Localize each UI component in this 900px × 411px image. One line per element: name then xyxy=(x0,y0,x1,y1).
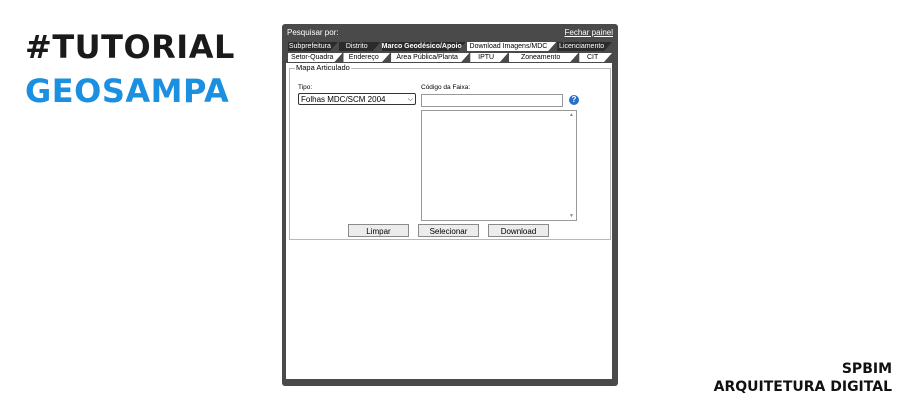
chevron-down-icon: ⌵ xyxy=(407,96,413,103)
credit-text: SPBIM ARQUITETURA DIGITAL xyxy=(714,360,892,396)
panel-title: Pesquisar por: xyxy=(287,28,339,37)
tab-area-publica[interactable]: Área Pública/Planta xyxy=(391,53,469,62)
panel-header: Pesquisar por: Fechar painel xyxy=(286,26,614,38)
download-button[interactable]: Download xyxy=(488,224,549,237)
tab-zoneamento[interactable]: Zoneamento xyxy=(509,53,578,62)
brand-subtitle: GEOSAMPA xyxy=(25,72,230,110)
credit-line2: ARQUITETURA DIGITAL xyxy=(713,379,892,395)
scroll-up-icon[interactable]: ▲ xyxy=(569,112,574,118)
close-panel-link[interactable]: Fechar painel xyxy=(565,28,613,37)
tipo-label: Tipo: xyxy=(298,84,313,91)
brand-title: #TUTORIAL xyxy=(25,28,235,66)
tab-distrito[interactable]: Distrito xyxy=(339,42,381,51)
tab-cit[interactable]: CIT xyxy=(579,53,612,62)
mapa-articulado-section: Mapa Articulado Tipo: Folhas MDC/SCM 200… xyxy=(289,63,611,240)
tipo-select[interactable]: Folhas MDC/SCM 2004 ⌵ xyxy=(298,93,416,105)
codigo-list-textarea[interactable]: ▲ ▼ xyxy=(421,110,577,221)
scroll-down-icon[interactable]: ▼ xyxy=(569,213,574,219)
tab-marco-geodesico[interactable]: Marco Geodésico/Apoio xyxy=(382,42,466,51)
tab-download-imagens[interactable]: Download Imagens/MDC xyxy=(467,42,557,51)
tab-iptu[interactable]: IPTU xyxy=(470,53,508,62)
credit-line1: SPBIM xyxy=(841,361,892,377)
section-legend: Mapa Articulado xyxy=(295,63,351,72)
info-icon[interactable]: ? xyxy=(569,95,579,105)
codigo-input[interactable] xyxy=(421,94,563,107)
tab-row-2: Setor-Quadra Endereço Área Pública/Plant… xyxy=(288,53,613,62)
tipo-select-value: Folhas MDC/SCM 2004 xyxy=(301,95,386,104)
codigo-label: Código da Faixa: xyxy=(421,84,471,91)
tab-row-1: Subprefeitura Distrito Marco Geodésico/A… xyxy=(288,42,613,51)
tab-licenciamento[interactable]: Licenciamento xyxy=(557,42,612,51)
panel-content: Mapa Articulado Tipo: Folhas MDC/SCM 200… xyxy=(286,63,612,379)
search-panel: Pesquisar por: Fechar painel Subprefeitu… xyxy=(282,24,618,386)
clear-button[interactable]: Limpar xyxy=(348,224,409,237)
tab-endereco[interactable]: Endereço xyxy=(343,53,390,62)
tab-setor-quadra[interactable]: Setor-Quadra xyxy=(288,53,342,62)
tab-subprefeitura[interactable]: Subprefeitura xyxy=(288,42,338,51)
select-button[interactable]: Selecionar xyxy=(418,224,479,237)
